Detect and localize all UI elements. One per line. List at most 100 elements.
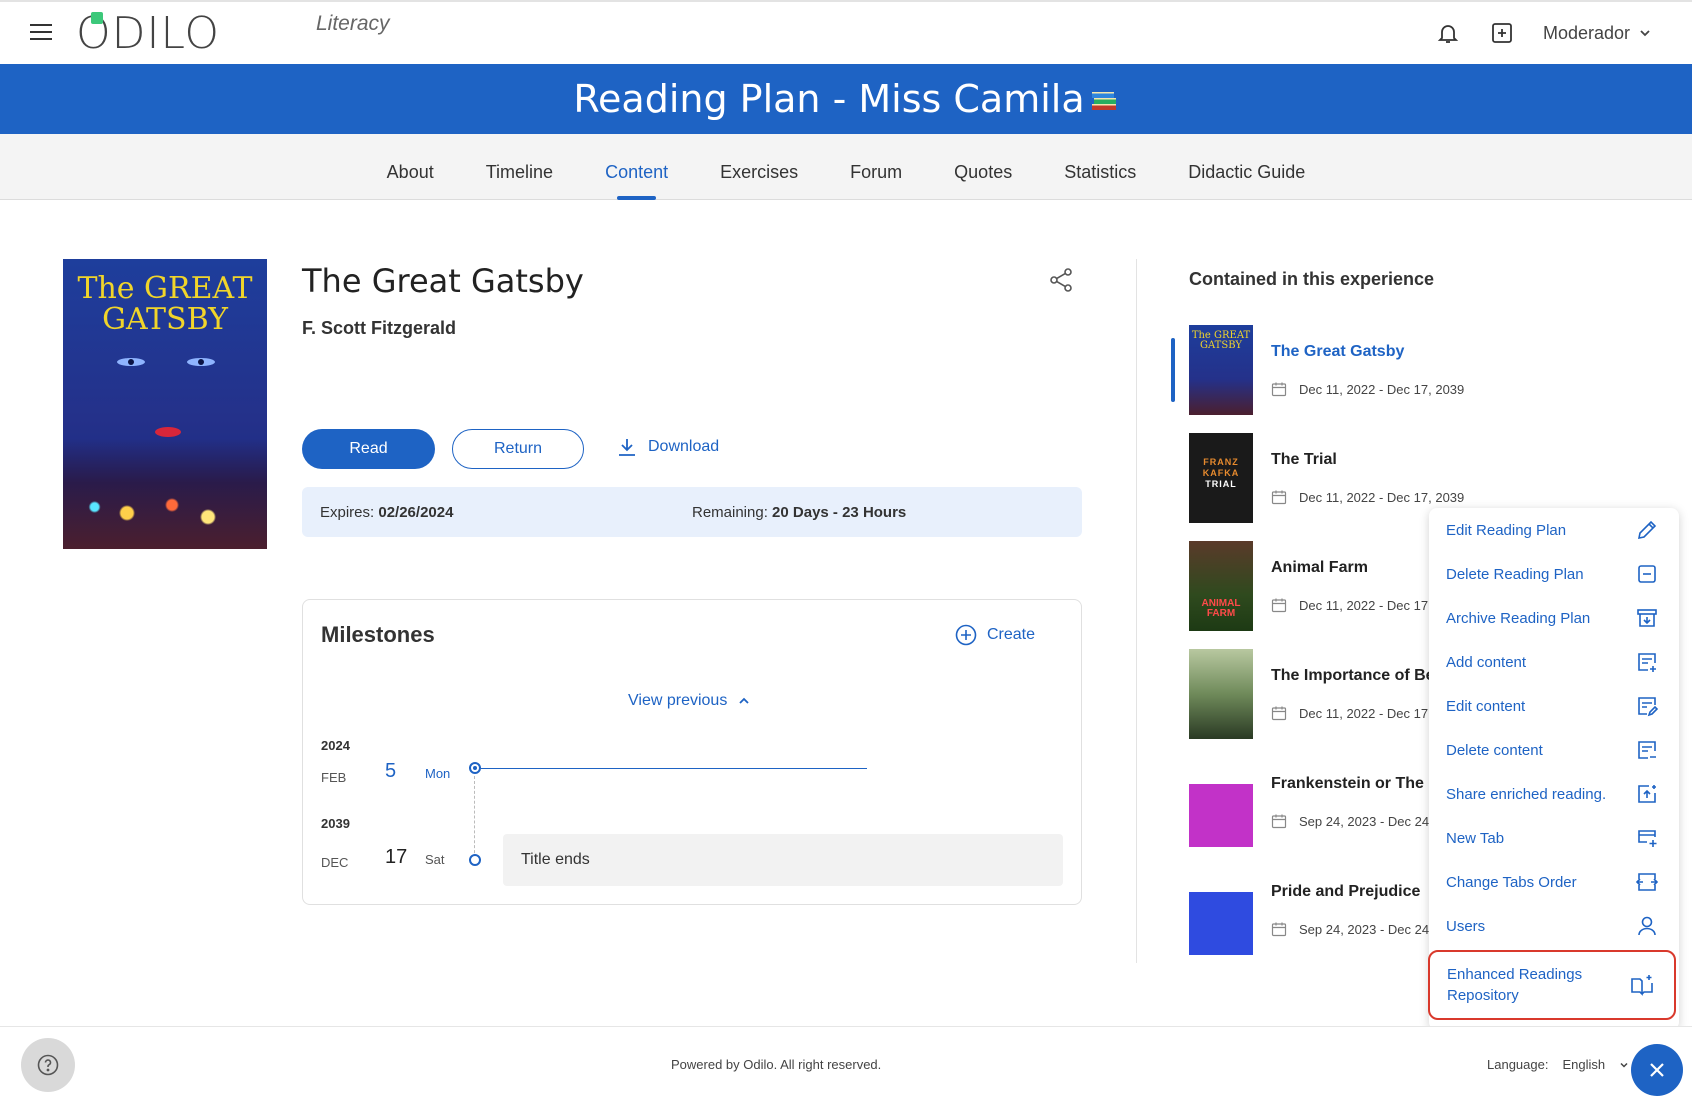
tab-content[interactable]: Content	[579, 134, 694, 200]
calendar-icon	[1271, 814, 1287, 829]
book-thumbnail: The GREAT GATSBY	[1189, 325, 1253, 415]
list-item[interactable]: The GREAT GATSBY The Great Gatsby Dec 11,…	[1189, 325, 1669, 417]
pencil-icon	[1637, 520, 1657, 540]
tab-about[interactable]: About	[361, 134, 460, 200]
hamburger-menu-icon[interactable]	[30, 24, 52, 42]
add-content-icon	[1638, 653, 1656, 672]
tab-didactic-guide[interactable]: Didactic Guide	[1162, 134, 1331, 200]
top-actions: Moderador	[1435, 20, 1652, 46]
calendar-icon	[1271, 598, 1287, 613]
menu-item-new-tab[interactable]: New Tab	[1429, 816, 1679, 860]
menu-item-share-enriched-reading[interactable]: Share enriched reading.	[1429, 772, 1679, 816]
user-icon	[1638, 916, 1656, 936]
timeline-connector	[474, 776, 475, 858]
reorder-tabs-icon	[1635, 873, 1659, 891]
calendar-icon	[1271, 706, 1287, 721]
page-banner: Reading Plan - Miss Camila	[0, 64, 1692, 134]
menu-item-edit-content[interactable]: Edit content	[1429, 684, 1679, 728]
list-item-dates: Dec 11, 2022 - Dec 17, 2039	[1271, 489, 1464, 505]
tab-forum[interactable]: Forum	[824, 134, 928, 200]
milestone-year: 2039	[321, 816, 350, 831]
download-label: Download	[648, 438, 720, 455]
menu-item-delete-reading-plan[interactable]: Delete Reading Plan	[1429, 552, 1679, 596]
view-previous-button[interactable]: View previous	[628, 692, 751, 710]
column-divider	[1136, 259, 1137, 963]
menu-item-archive-reading-plan[interactable]: Archive Reading Plan	[1429, 596, 1679, 640]
milestone-month: FEB	[321, 770, 347, 785]
book-thumbnail: FRANZ KAFKA TRIAL	[1189, 433, 1253, 523]
milestone-day: 5	[385, 760, 397, 782]
tab-bar: About Timeline Content Exercises Forum Q…	[0, 134, 1692, 200]
archive-icon	[1637, 609, 1657, 627]
timeline-line	[481, 768, 867, 769]
footer: Powered by Odilo. All right reserved. La…	[0, 1026, 1692, 1100]
menu-item-delete-content[interactable]: Delete content	[1429, 728, 1679, 772]
add-square-icon[interactable]	[1489, 20, 1515, 46]
list-item-dates: Sep 24, 2023 - Dec 24	[1271, 921, 1429, 937]
language-selector[interactable]: Language: English	[1487, 1057, 1629, 1072]
calendar-icon	[1271, 490, 1287, 505]
cover-lips-art	[155, 427, 181, 437]
milestone-marker	[469, 854, 481, 866]
read-button[interactable]: Read	[302, 429, 435, 469]
help-button[interactable]	[21, 1038, 75, 1092]
menu-item-users[interactable]: Users	[1429, 904, 1679, 948]
powered-by-text: Powered by Odilo. All right reserved.	[671, 1057, 882, 1072]
menu-item-add-content[interactable]: Add content	[1429, 640, 1679, 684]
share-enriched-icon	[1638, 785, 1656, 803]
user-menu[interactable]: Moderador	[1543, 23, 1652, 44]
tab-quotes[interactable]: Quotes	[928, 134, 1038, 200]
odilo-logo[interactable]: ODILO Literacy	[76, 8, 390, 59]
active-item-indicator	[1171, 338, 1175, 402]
logo-subtitle: Literacy	[316, 12, 390, 35]
tab-timeline[interactable]: Timeline	[460, 134, 579, 200]
calendar-icon	[1271, 382, 1287, 397]
language-label: Language:	[1487, 1057, 1549, 1072]
close-menu-button[interactable]	[1631, 1044, 1683, 1096]
calendar-icon	[1271, 922, 1287, 937]
bell-icon[interactable]	[1435, 20, 1461, 46]
milestone-month: DEC	[321, 855, 349, 870]
menu-item-enhanced-readings-repository[interactable]: Enhanced Readings Repository	[1428, 950, 1676, 1020]
book-thumbnail	[1189, 865, 1253, 955]
list-item-title: The Importance of Be	[1271, 667, 1435, 684]
tab-statistics[interactable]: Statistics	[1038, 134, 1162, 200]
book-thumbnail: ANIMAL FARM	[1189, 541, 1253, 631]
list-item-title: The Trial	[1271, 451, 1337, 468]
contained-title: Contained in this experience	[1189, 269, 1435, 289]
delete-content-icon	[1638, 741, 1656, 759]
milestone-weekday: Sat	[425, 852, 445, 867]
logo-leaf-icon	[91, 12, 103, 24]
tab-exercises[interactable]: Exercises	[694, 134, 824, 200]
book-thumbnail	[1189, 649, 1253, 739]
create-milestone-button[interactable]: Create	[955, 624, 1035, 646]
list-item-dates: Dec 11, 2022 - Dec 17	[1271, 705, 1428, 721]
download-button[interactable]: Download	[616, 436, 719, 458]
milestone-marker	[469, 762, 481, 774]
list-item-title: Animal Farm	[1271, 559, 1368, 576]
return-button[interactable]: Return	[452, 429, 584, 469]
cover-eyes-art	[117, 358, 215, 366]
menu-item-edit-reading-plan[interactable]: Edit Reading Plan	[1429, 508, 1679, 552]
minus-box-icon	[1638, 565, 1656, 583]
milestone-day: 17	[385, 846, 408, 868]
cover-lights-art	[73, 489, 253, 529]
list-item-dates: Dec 11, 2022 - Dec 17, 2039	[1271, 381, 1464, 397]
top-bar: ODILO Literacy Moderador	[0, 0, 1692, 64]
page-title: Reading Plan - Miss Camila	[573, 77, 1085, 121]
edit-content-icon	[1638, 697, 1659, 717]
remaining-text: Remaining: 20 Days - 23 Hours	[692, 504, 907, 521]
book-author: F. Scott Fitzgerald	[302, 318, 457, 338]
expires-text: Expires: 02/26/2024	[320, 504, 454, 521]
milestone-year: 2024	[321, 738, 350, 753]
milestones-title: Milestones	[321, 622, 435, 647]
share-icon[interactable]	[1048, 267, 1074, 293]
download-icon	[619, 439, 635, 456]
chevron-down-icon	[1620, 1062, 1628, 1068]
menu-item-change-tabs-order[interactable]: Change Tabs Order	[1429, 860, 1679, 904]
list-item-dates: Dec 11, 2022 - Dec 17	[1271, 597, 1428, 613]
help-icon	[37, 1054, 59, 1076]
milestone-event[interactable]: Title ends	[503, 834, 1063, 886]
user-name: Moderador	[1542, 22, 1630, 43]
chevron-up-icon	[739, 697, 749, 704]
